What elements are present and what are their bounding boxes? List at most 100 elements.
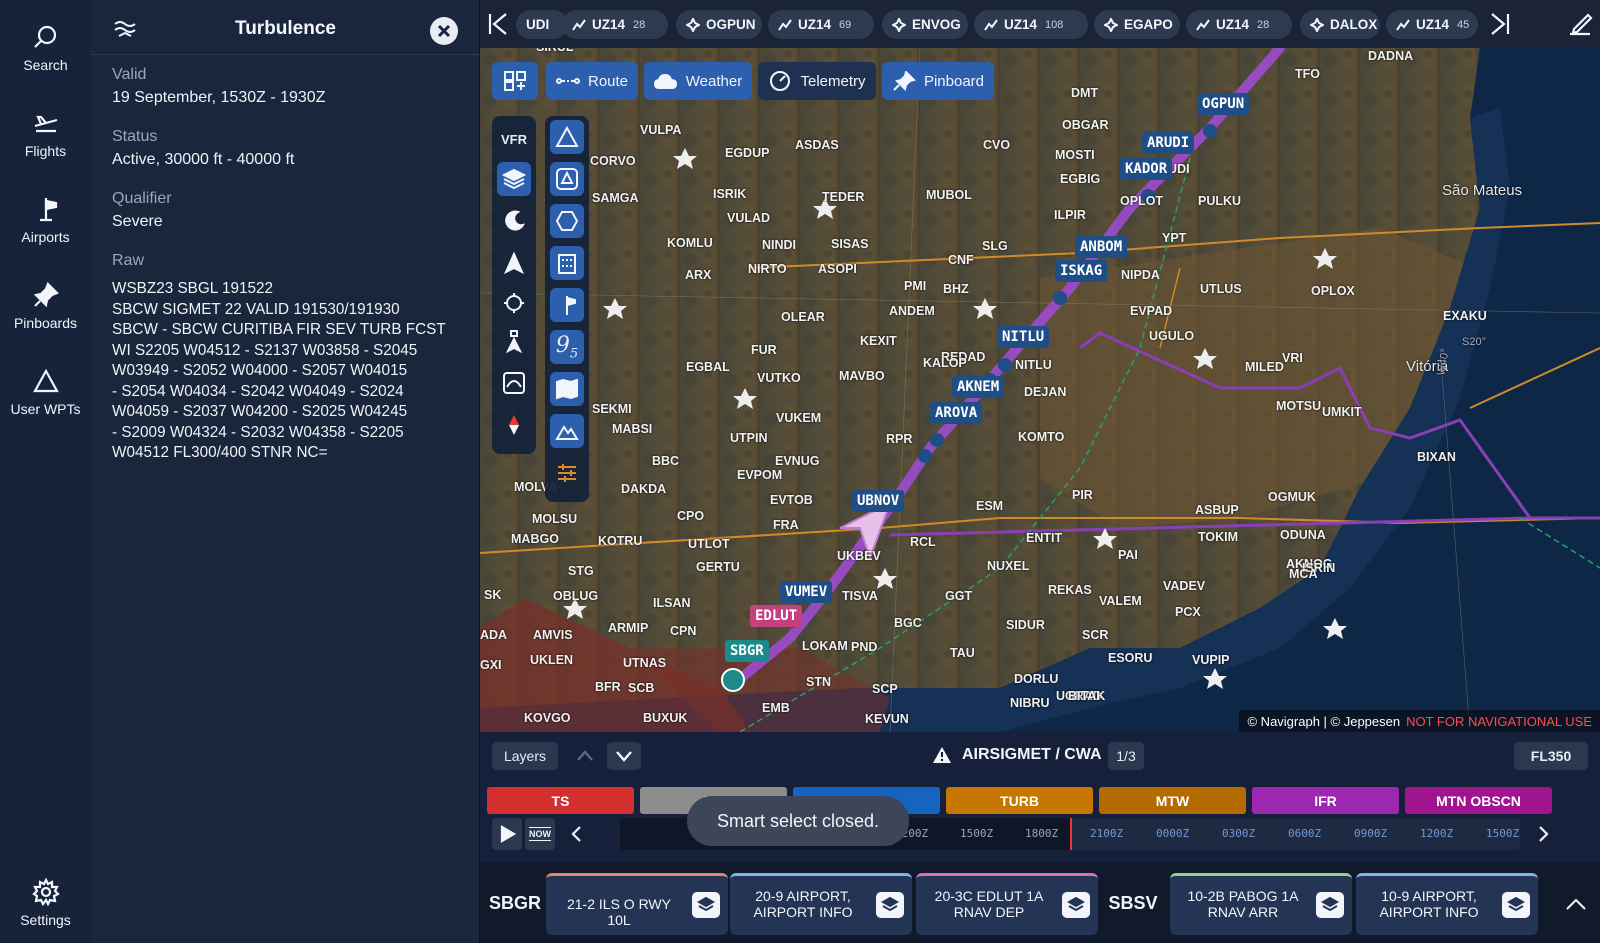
navaid-label[interactable]: ENTIT [1026,531,1062,545]
user-wpt-layer-button[interactable] [550,120,584,154]
layer-tab-ifr[interactable]: IFR [1252,787,1399,814]
navaid-label[interactable]: NINDI [762,238,796,252]
navaid-label[interactable]: EGDUP [725,146,769,160]
navaid-label[interactable]: ADA [480,628,507,642]
navaid-label[interactable]: FUR [751,343,777,357]
navaid-label[interactable]: SISAS [831,237,869,251]
navaid-label[interactable]: PULKU [1198,194,1241,208]
route-toggle-button[interactable]: Route [546,62,638,100]
route-fix-chip[interactable]: OGPUN [676,10,762,39]
navaid-label[interactable]: BGC [894,616,922,630]
navaid-label[interactable]: CNF [948,253,974,267]
route-start-button[interactable] [484,10,512,38]
navaid-label[interactable]: FRA [773,518,799,532]
navaid-label[interactable]: CVO [983,138,1010,152]
navaid-label[interactable]: TEDER [822,190,864,204]
grid-mora-layer-button[interactable]: 95 [550,330,584,364]
navaid-label[interactable]: MILED [1245,360,1284,374]
navaid-label[interactable]: OPLOT [1120,194,1163,208]
navaid-label[interactable]: OLEAR [781,310,825,324]
navaid-label[interactable]: CORVO [590,154,636,168]
navaid-label[interactable]: VUKEM [776,411,821,425]
origin-airport-button[interactable]: SBGR [488,873,542,933]
map-settings-button[interactable] [550,456,584,490]
navaid-label[interactable]: DAKDA [621,482,666,496]
navaid-label[interactable]: MCA [1289,567,1317,581]
lock-orientation-button[interactable] [497,324,531,358]
map-layers-toggle-button[interactable] [492,62,538,100]
navaid-label[interactable]: ASBUP [1195,503,1239,517]
navaid-label[interactable]: REKAS [1048,583,1092,597]
play-button[interactable] [492,818,522,850]
navaid-label[interactable]: VRI [1282,351,1303,365]
navaid-label[interactable]: RPR [886,432,912,446]
navaid-label[interactable]: EVTOB [770,493,813,507]
telemetry-toggle-button[interactable]: Telemetry [758,62,876,100]
document-stack-button[interactable] [1316,892,1344,918]
night-mode-button[interactable] [497,204,531,238]
terrain-layer-button[interactable] [550,414,584,448]
waypoint-tag[interactable]: AROVA [930,402,983,424]
previous-item-button[interactable] [568,742,602,770]
navaid-label[interactable]: UTPIN [730,431,768,445]
navaid-label[interactable]: CPN [670,624,696,638]
origin-airport-symbol[interactable] [721,668,745,692]
document-card[interactable]: 20-3C EDLUT 1A RNAV DEP [916,873,1098,935]
nav-flights[interactable]: Flights [0,94,91,174]
document-card[interactable]: 21-2 ILS O RWY 10L [546,873,728,935]
waypoint-tag[interactable]: ISKAG [1055,260,1108,282]
navaid-label[interactable]: TAU [950,646,975,660]
nav-user-wpts[interactable]: User WPTs [0,352,91,432]
waypoint-tag[interactable]: NITLU [997,326,1050,348]
expand-documents-button[interactable] [1562,891,1592,921]
document-stack-button[interactable] [1502,892,1530,918]
navaid-label[interactable]: UTNAS [623,656,666,670]
document-card[interactable]: 10-2B PABOG 1A RNAV ARR [1170,873,1352,935]
layer-tab-mtn-obscn[interactable]: MTN OBSCN [1405,787,1552,814]
waypoint-tag[interactable]: EDLUT [750,605,803,627]
destination-airport-button[interactable]: SBSV [1102,873,1164,933]
track-up-button[interactable] [497,366,531,400]
navaid-label[interactable]: GERTU [696,560,740,574]
navaid-label[interactable]: NITLU [1015,358,1052,372]
navaid-label[interactable]: BHZ [943,282,969,296]
navaid-label[interactable]: VULAD [727,211,770,225]
nav-airports[interactable]: Airports [0,180,91,260]
route-fix-chip[interactable]: EGAPO [1094,10,1180,39]
navaid-label[interactable]: NIBRU [1010,696,1050,710]
waypoint-tag[interactable]: KADOR [1120,158,1173,180]
pinboard-toggle-button[interactable]: Pinboard [882,62,994,100]
navaid-label[interactable]: PCX [1175,605,1201,619]
navaid-label[interactable]: MAVBO [839,369,885,383]
navaid-label[interactable]: KOTRU [598,534,642,548]
close-button[interactable] [430,17,458,45]
navaid-label[interactable]: KALOP [923,356,967,370]
waypoint-tag[interactable]: OGPUN [1197,93,1250,115]
route-airway-chip[interactable]: UZ14 45 [1386,10,1478,39]
weather-toggle-button[interactable]: Weather [644,62,752,100]
layer-tab-mtw[interactable]: MTW [1099,787,1246,814]
navaid-label[interactable]: BFR [595,680,621,694]
compass-button[interactable] [497,408,531,442]
navaid-label[interactable]: ASDAS [795,138,839,152]
navaid-label[interactable]: OBLUG [553,589,598,603]
route-end-button[interactable] [1486,10,1514,38]
waypoint-tag[interactable]: ANBOM [1075,236,1128,258]
layer-tab-ts[interactable]: TS [487,787,634,814]
navaid-label[interactable]: VALEM [1099,594,1142,608]
navaid-label[interactable]: SIDUR [1006,618,1045,632]
navaid-label[interactable]: CPO [677,509,704,523]
navaid-label[interactable]: EVPOM [737,468,782,482]
navaid-label[interactable]: GGT [945,589,972,603]
navaid-label[interactable]: DMT [1071,86,1098,100]
navaid-label[interactable]: AMVIS [533,628,573,642]
nav-search[interactable]: Search [0,8,91,88]
navaid-label[interactable]: DORLU [1014,672,1058,686]
navaid-label[interactable]: EXAKU [1443,309,1487,323]
navaid-label[interactable]: SK [484,588,501,602]
route-airway-chip[interactable]: UZ14 69 [768,10,874,39]
navaid-label[interactable]: SCR [1082,628,1108,642]
airports-layer-button[interactable] [550,288,584,322]
next-item-button[interactable] [607,742,641,770]
navaid-label[interactable]: ASOPI [818,262,857,276]
